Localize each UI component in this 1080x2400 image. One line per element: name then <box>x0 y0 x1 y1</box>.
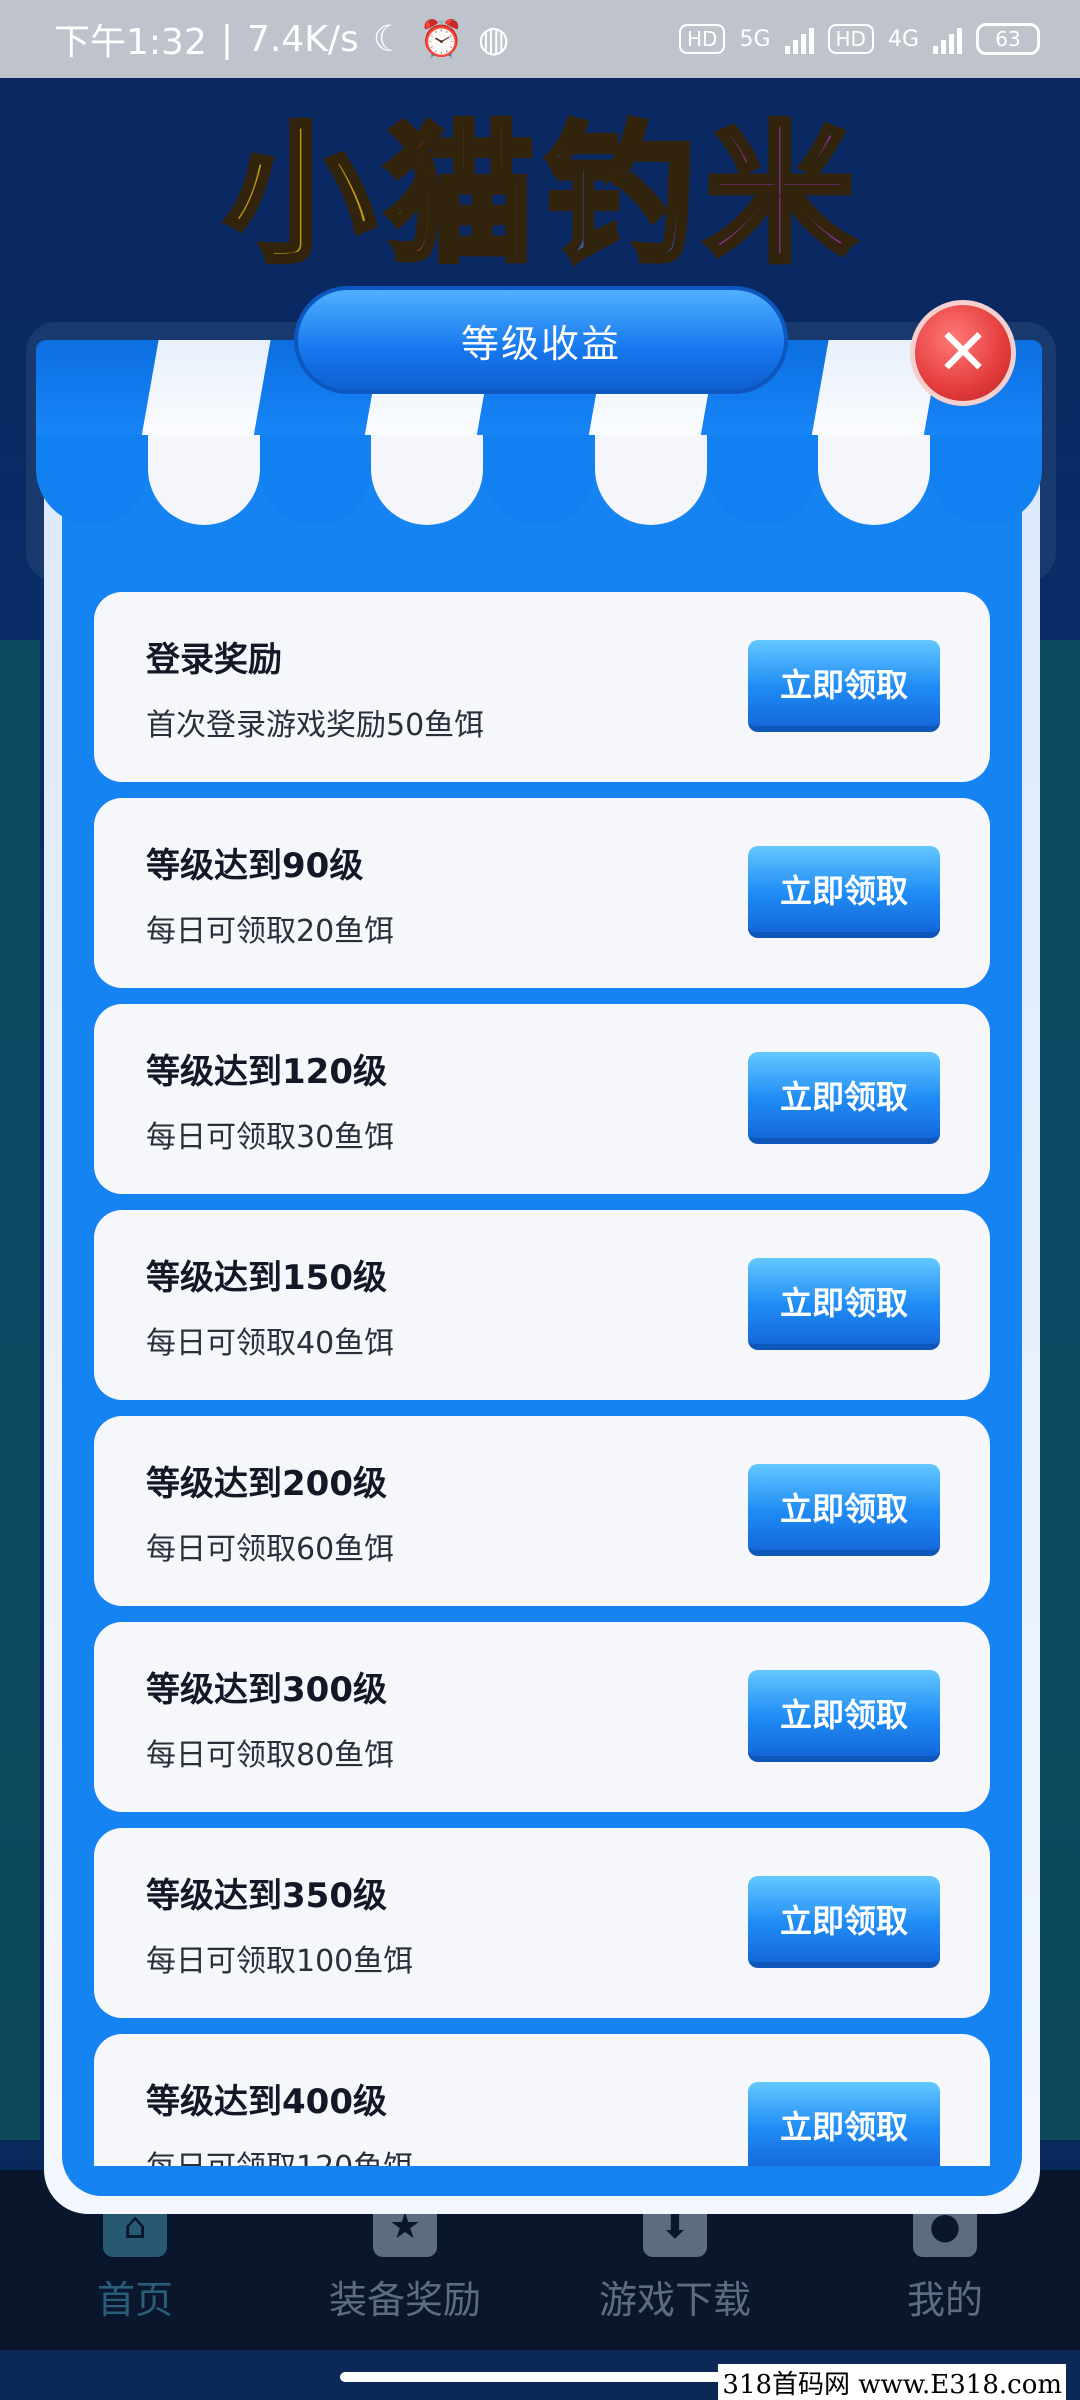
status-net-speed: 7.4K/s <box>246 18 359 60</box>
reward-card: 等级达到350级 每日可领取100鱼饵 立即领取 <box>94 1828 990 2018</box>
claim-button[interactable]: 立即领取 <box>748 1876 940 1968</box>
moon-icon: ☾ <box>372 18 406 60</box>
reward-description: 每日可领取40鱼饵 <box>146 1326 395 1361</box>
signal-icon-2 <box>933 24 962 54</box>
reward-card: 等级达到200级 每日可领取60鱼饵 立即领取 <box>94 1416 990 1606</box>
hd-badge-2: HD <box>827 24 874 54</box>
network-type-label-2: 4G <box>887 26 919 52</box>
reward-description: 每日可领取60鱼饵 <box>146 1532 395 1567</box>
app-notification-icon: ◍ <box>477 18 510 60</box>
reward-card: 等级达到150级 每日可领取40鱼饵 立即领取 <box>94 1210 990 1400</box>
reward-title: 等级达到400级 <box>146 2082 387 2122</box>
status-bar: 下午1:32 | 7.4K/s ☾ ⏰ ◍ HD 5G HD 4G 63 <box>0 0 1080 78</box>
reward-description: 每日可领取80鱼饵 <box>146 1738 395 1773</box>
close-button[interactable]: ✕ <box>910 300 1016 406</box>
modal-title-text: 等级收益 <box>460 321 621 366</box>
reward-card: 等级达到90级 每日可领取20鱼饵 立即领取 <box>94 798 990 988</box>
watermark: 318首码网 www.E318.com <box>718 2364 1066 2400</box>
claim-button[interactable]: 立即领取 <box>748 1258 940 1350</box>
reward-description: 每日可领取20鱼饵 <box>146 914 395 949</box>
reward-description: 每日可领取120鱼饵 <box>146 2142 413 2166</box>
claim-button[interactable]: 立即领取 <box>748 1052 940 1144</box>
reward-title: 等级达到120级 <box>146 1052 387 1092</box>
reward-description: 首次登录游戏奖励50鱼饵 <box>146 708 485 743</box>
reward-title: 登录奖励 <box>146 640 282 680</box>
claim-button[interactable]: 立即领取 <box>748 846 940 938</box>
signal-icon <box>784 24 814 54</box>
claim-button[interactable]: 立即领取 <box>748 640 940 732</box>
rewards-list[interactable]: 登录奖励 首次登录游戏奖励50鱼饵 立即领取 等级达到90级 每日可领取20鱼饵… <box>94 592 990 2166</box>
reward-card: 登录奖励 首次登录游戏奖励50鱼饵 立即领取 <box>94 592 990 782</box>
reward-card: 等级达到120级 每日可领取30鱼饵 立即领取 <box>94 1004 990 1194</box>
reward-title: 等级达到200级 <box>146 1464 387 1504</box>
reward-title: 等级达到90级 <box>146 846 364 886</box>
status-divider: | <box>220 18 233 60</box>
claim-button[interactable]: 立即领取 <box>748 1670 940 1762</box>
claim-button[interactable]: 立即领取 <box>748 1464 940 1556</box>
reward-card: 等级达到400级 每日可领取120鱼饵 立即领取 <box>94 2034 990 2166</box>
reward-card: 等级达到300级 每日可领取80鱼饵 立即领取 <box>94 1622 990 1812</box>
network-type-label: 5G <box>739 26 771 52</box>
reward-title: 等级达到150级 <box>146 1258 387 1298</box>
reward-description: 每日可领取100鱼饵 <box>146 1944 414 1979</box>
hd-badge: HD <box>679 24 726 54</box>
reward-title: 等级达到350级 <box>146 1876 387 1916</box>
claim-button[interactable]: 立即领取 <box>748 2082 940 2166</box>
alarm-icon: ⏰ <box>419 19 464 60</box>
status-time: 下午1:32 <box>54 22 207 63</box>
modal-title: 等级收益 <box>294 286 788 394</box>
reward-description: 每日可领取30鱼饵 <box>146 1120 395 1155</box>
reward-title: 等级达到300级 <box>146 1670 387 1710</box>
battery-icon: 63 <box>976 23 1040 55</box>
home-indicator[interactable] <box>340 2372 740 2382</box>
close-icon: ✕ <box>936 316 990 390</box>
battery-level: 63 <box>995 27 1021 51</box>
